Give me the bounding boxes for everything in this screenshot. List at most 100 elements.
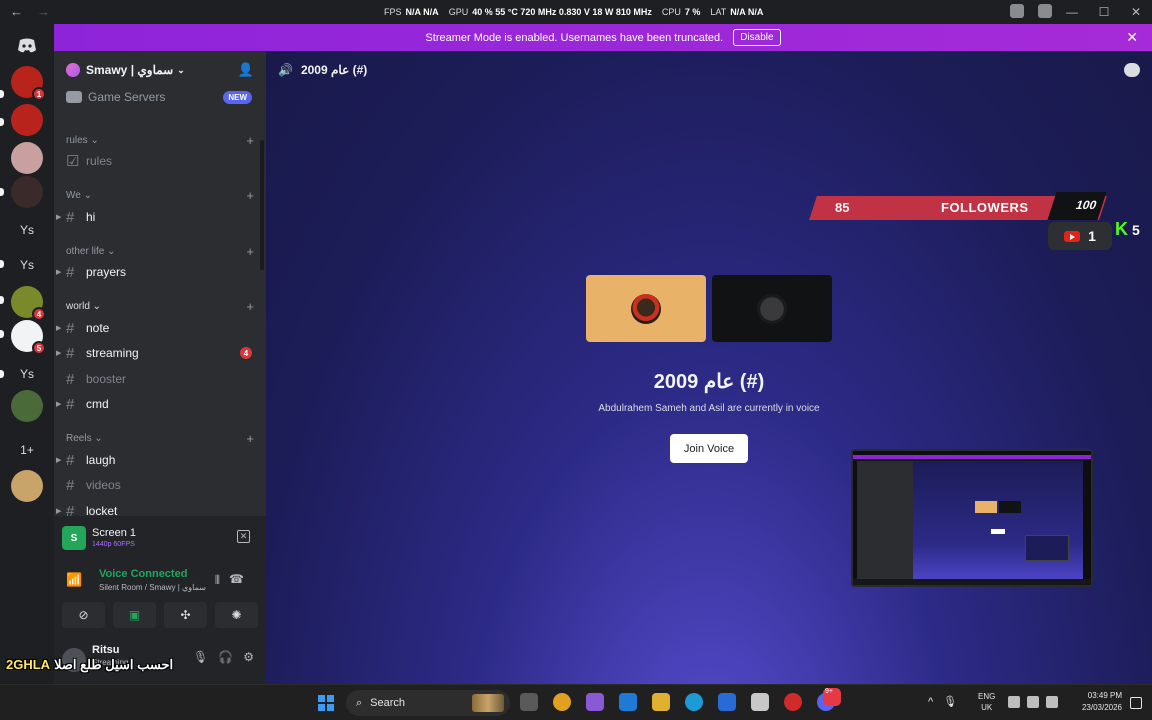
discord-notification-badge: 9+ <box>823 688 841 706</box>
category-reels[interactable]: Reels ⌄ + <box>66 431 254 446</box>
battery-icon[interactable] <box>1046 696 1058 708</box>
disable-button[interactable]: Disable <box>733 29 781 46</box>
copilot-icon[interactable] <box>586 693 604 711</box>
invite-people-icon[interactable]: 👤 <box>238 62 254 78</box>
channel-laugh[interactable]: ▶ # laugh <box>54 449 266 471</box>
edge-icon[interactable] <box>685 693 703 711</box>
banner-text: Streamer Mode is enabled. Usernames have… <box>425 31 724 44</box>
taskbar-search[interactable]: ⌕ Search <box>346 690 510 716</box>
app-icon[interactable] <box>784 693 802 711</box>
participant-tile[interactable] <box>586 275 706 342</box>
history-nav: ← → <box>10 4 50 19</box>
gear-icon[interactable]: ⚙ <box>243 650 254 664</box>
clock-time: 03:49 PM <box>1087 691 1122 700</box>
close-window-button[interactable]: ✕ <box>1120 0 1152 24</box>
server-icon[interactable]: Ys <box>11 214 43 246</box>
category-we[interactable]: We ⌄ + <box>66 188 254 203</box>
unread-pill <box>0 296 4 304</box>
join-voice-button[interactable]: Join Voice <box>670 434 748 463</box>
clock[interactable]: 03:49 PM 23/03/2026 <box>1072 690 1122 714</box>
add-channel-icon[interactable]: + <box>246 133 254 148</box>
voice-location[interactable]: Silent Room / Smawy | سماوي <box>99 583 206 592</box>
help-icon[interactable] <box>1038 4 1052 18</box>
keyboard-layout: UK <box>981 703 993 712</box>
preview-main <box>913 461 1083 579</box>
share-screen-button[interactable]: ▣ <box>113 602 156 628</box>
volume-icon[interactable] <box>1027 696 1039 708</box>
close-banner-icon[interactable]: ✕ <box>1126 29 1138 46</box>
store-icon[interactable] <box>751 693 769 711</box>
server-folder[interactable]: 1+ <box>11 434 43 466</box>
forward-arrow-icon[interactable]: → <box>37 4 50 19</box>
channel-note[interactable]: ▶ # note <box>54 317 266 339</box>
chrome-icon[interactable] <box>553 693 571 711</box>
add-channel-icon[interactable]: + <box>246 188 254 203</box>
channel-booster[interactable]: # booster <box>54 368 266 390</box>
system-icons <box>1008 696 1058 708</box>
channel-label: laugh <box>86 453 116 467</box>
language-indicator[interactable]: ENG UK <box>978 691 995 713</box>
disconnect-icon[interactable]: ☎ <box>229 572 244 586</box>
game-servers-item[interactable]: Game Servers NEW <box>54 87 266 107</box>
category-label: Reels ⌄ <box>66 433 103 444</box>
chevron-up-icon[interactable]: ^ <box>928 696 933 708</box>
channel-cmd[interactable]: ▶ # cmd <box>54 393 266 415</box>
preview-button <box>991 529 1005 534</box>
server-icon[interactable] <box>11 390 43 422</box>
signal-icon[interactable]: 📶 <box>66 572 82 588</box>
stop-stream-icon[interactable]: ✕ <box>237 530 250 543</box>
soundboard-button[interactable]: ✺ <box>215 602 258 628</box>
followers-goal-overlay: 85 FOLLOWERS 100 1 <box>807 192 1112 254</box>
server-icon[interactable]: 1 <box>11 66 46 101</box>
voice-actions: ⊘ ▣ ✣ ✺ <box>62 602 258 628</box>
maximize-button[interactable]: ☐ <box>1088 0 1120 24</box>
add-channel-icon[interactable]: + <box>246 244 254 259</box>
server-icon[interactable] <box>11 142 43 174</box>
app-icon[interactable] <box>619 693 637 711</box>
discord-taskbar-icon[interactable]: 9+ <box>817 688 841 711</box>
stream-caption: 2GHLA احسب اسيل طلع اصلا <box>6 657 173 673</box>
channel-videos[interactable]: # videos <box>54 474 266 496</box>
server-icon[interactable]: Ys <box>11 358 43 390</box>
stream-preview[interactable] <box>851 449 1093 587</box>
server-icon[interactable] <box>11 104 43 136</box>
channel-rules[interactable]: ☑ rules <box>54 150 266 172</box>
channel-hi[interactable]: ▶ # hi <box>54 206 266 228</box>
server-icon[interactable]: 5 <box>11 320 46 355</box>
noise-suppression-icon[interactable]: ⦀ <box>215 573 220 588</box>
microphone-icon[interactable]: 🎙 <box>193 650 208 664</box>
sidebar-scrollbar[interactable] <box>260 140 264 270</box>
channel-prayers[interactable]: ▶ # prayers <box>54 261 266 283</box>
discord-home-icon[interactable] <box>11 30 43 62</box>
add-channel-icon[interactable]: + <box>246 431 254 446</box>
wifi-icon[interactable] <box>1008 696 1020 708</box>
inbox-icon[interactable] <box>1010 4 1024 18</box>
screen-share-icon: S <box>62 526 86 550</box>
outlook-icon[interactable] <box>718 693 736 711</box>
notifications-icon[interactable] <box>1130 697 1142 709</box>
server-icon[interactable]: Ys <box>11 249 43 281</box>
windows-start-icon[interactable] <box>318 695 334 711</box>
headphones-icon[interactable]: 🎧 <box>218 650 233 664</box>
activities-button[interactable]: ✣ <box>164 602 207 628</box>
server-icon[interactable] <box>11 176 43 208</box>
participant-tile[interactable] <box>712 275 832 342</box>
category-other-life[interactable]: other life ⌄ + <box>66 244 254 259</box>
chat-bubble-icon[interactable] <box>1124 63 1140 77</box>
minimize-button[interactable]: — <box>1056 0 1088 24</box>
camera-off-button[interactable]: ⊘ <box>62 602 105 628</box>
microphone-tray-icon[interactable]: 🎙 <box>943 695 957 708</box>
server-icon[interactable] <box>11 470 43 502</box>
file-explorer-icon[interactable] <box>652 693 670 711</box>
guild-header[interactable]: Smawy | سماوي ⌄ 👤 <box>54 51 266 89</box>
back-arrow-icon[interactable]: ← <box>10 4 23 19</box>
task-view-icon[interactable] <box>520 693 538 711</box>
server-icon[interactable]: 4 <box>11 286 46 321</box>
new-badge: NEW <box>223 90 252 104</box>
mention-badge: 4 <box>240 347 252 359</box>
hash-icon: # <box>66 208 75 226</box>
category-rules[interactable]: rules ⌄ + <box>66 133 254 148</box>
channel-streaming[interactable]: ▶ # streaming 4 <box>54 342 266 364</box>
category-world[interactable]: world ⌄ + <box>66 299 254 314</box>
add-channel-icon[interactable]: + <box>246 299 254 314</box>
